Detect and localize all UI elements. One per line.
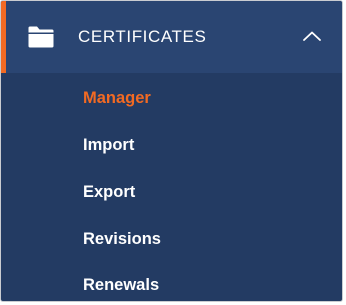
sidebar-panel: CERTIFICATES Manager Import Export Revis… [0,0,343,302]
menu-item-export[interactable]: Export [83,181,135,203]
menu-item-manager[interactable]: Manager [83,87,151,109]
menu-item-revisions[interactable]: Revisions [83,228,161,250]
menu-item-renewals[interactable]: Renewals [83,274,159,296]
active-accent-bar [1,1,6,73]
section-title: CERTIFICATES [78,27,207,46]
folder-icon [28,26,54,48]
certificates-section-header[interactable]: CERTIFICATES [1,1,342,73]
menu-item-import[interactable]: Import [83,134,134,156]
chevron-up-icon[interactable] [302,30,322,42]
